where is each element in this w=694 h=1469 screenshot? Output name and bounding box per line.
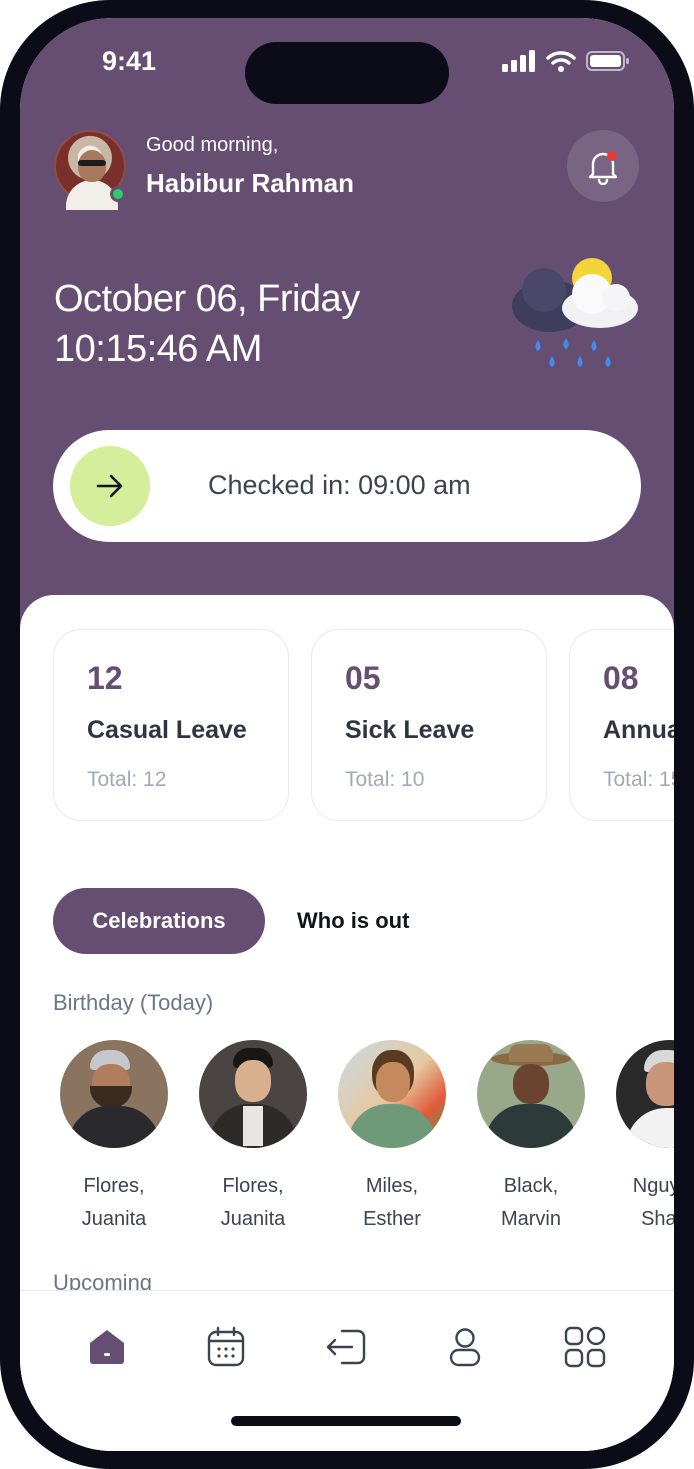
leave-type: Annual Leave [603,716,674,744]
leave-type: Sick Leave [345,716,475,744]
greeting-text: Good morning, [146,134,279,156]
logout-icon [326,1329,366,1365]
birthday-person[interactable]: Black, Marvin [476,1040,586,1236]
bell-icon [588,151,618,185]
tab-who-is-out[interactable]: Who is out [297,888,409,954]
person-name: Flores, Juanita [81,1175,147,1230]
current-date: October 06, Friday [54,278,360,320]
arrow-right-icon [96,474,123,498]
leave-total: Total: 15 [603,768,674,791]
leave-count: 12 [87,660,123,696]
home-icon [90,1330,124,1364]
birthday-person[interactable]: Flores, Juanita [198,1040,308,1236]
leave-card-sick[interactable]: 05 Sick Leave Total: 10 [311,629,547,821]
nav-logout[interactable] [321,1322,371,1372]
home-indicator[interactable] [231,1416,461,1426]
weather-rain-icon [512,258,638,367]
calendar-icon [207,1326,245,1367]
app-screen: 9:41 Good morning, Habibur Rahman Octobe… [20,18,674,1451]
nav-calendar[interactable] [201,1322,251,1372]
battery-icon [586,51,629,71]
status-time: 9:41 [102,46,157,76]
person-name: Nguyen, Shane [632,1175,674,1230]
dynamic-island [245,42,449,104]
phone-frame: 9:41 Good morning, Habibur Rahman Octobe… [0,0,694,1469]
person-avatar [199,1040,307,1148]
tab-celebrations[interactable]: Celebrations [53,888,265,954]
avatar-glasses [78,160,106,166]
leave-total: Total: 12 [87,768,167,791]
person-name: Black, Marvin [500,1175,561,1230]
leave-card-annual[interactable]: 08 Annual Leave Total: 15 [569,629,674,821]
wifi-icon [546,51,576,72]
person-name: Flores, Juanita [220,1175,286,1230]
birthday-person[interactable]: Flores, Juanita [59,1040,169,1236]
user-name: Habibur Rahman [146,168,355,198]
nav-profile[interactable] [440,1322,490,1372]
person-avatar [616,1040,674,1148]
current-time: 10:15:46 AM [54,328,262,370]
status-icons [502,50,630,72]
person-avatar [477,1040,585,1148]
leave-type: Casual Leave [87,716,247,744]
leave-card-casual[interactable]: 12 Casual Leave Total: 12 [53,629,289,821]
birthday-section-title: Birthday (Today) [53,990,214,1015]
signal-icon [502,50,535,72]
notification-button[interactable] [567,130,639,202]
check-in-button[interactable] [70,446,150,526]
leave-total: Total: 10 [345,768,425,791]
leave-count: 08 [603,660,639,696]
nav-apps[interactable] [560,1322,610,1372]
profile-icon [449,1328,481,1367]
person-avatar [338,1040,446,1148]
person-name: Miles, Esther [363,1175,421,1230]
apps-icon [564,1326,606,1368]
birthday-person[interactable]: Nguyen, Shane [615,1040,674,1236]
check-in-slider[interactable]: Checked in: 09:00 am [53,430,641,542]
avatar-face [78,150,106,182]
person-avatar [60,1040,168,1148]
birthday-person[interactable]: Miles, Esther [337,1040,447,1236]
nav-home[interactable] [82,1322,132,1372]
leave-count: 05 [345,660,381,696]
check-in-status: Checked in: 09:00 am [208,470,471,500]
online-status-dot [110,186,126,202]
